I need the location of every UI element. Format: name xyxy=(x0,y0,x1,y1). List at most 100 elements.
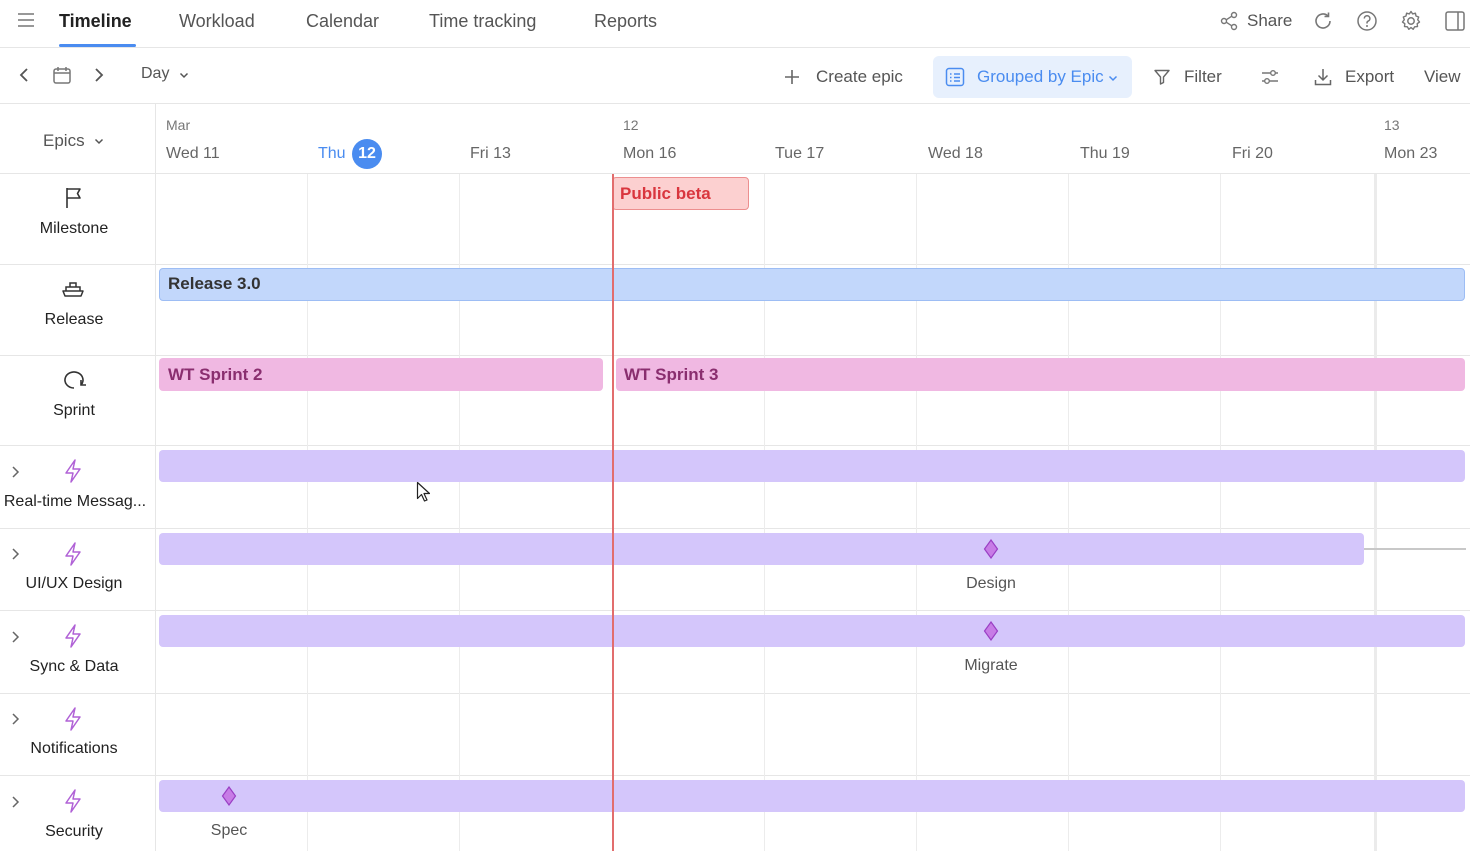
epic-bar[interactable] xyxy=(159,533,1364,565)
milestone-diamond-icon[interactable] xyxy=(983,538,999,564)
row-label-epic[interactable]: Sync & Data xyxy=(0,658,148,676)
expand-chevron-icon[interactable] xyxy=(9,464,23,485)
filter-button[interactable]: Filter xyxy=(1153,64,1233,90)
view-button[interactable]: View xyxy=(1424,67,1461,87)
milestone-label: Design xyxy=(966,575,1016,592)
row-label-epic[interactable]: UI/UX Design xyxy=(0,575,148,593)
flag-icon xyxy=(64,186,84,215)
date-label: Mon 16 xyxy=(623,145,677,162)
filter-funnel-icon xyxy=(1153,68,1171,91)
expand-chevron-icon[interactable] xyxy=(9,711,23,732)
date-label: Fri 13 xyxy=(470,145,511,162)
mouse-cursor-icon xyxy=(416,481,431,508)
settings-gear-icon[interactable] xyxy=(1399,9,1423,38)
sprint-bar[interactable]: WT Sprint 2 xyxy=(159,358,603,391)
epics-label: Epics xyxy=(43,131,85,150)
help-icon[interactable] xyxy=(1356,10,1378,37)
timeline-toolbar: Day Create epic Grouped by Epic Filter E… xyxy=(0,48,1470,104)
row-divider xyxy=(0,610,1470,611)
milestone-bar-public-beta[interactable]: Public beta xyxy=(612,177,749,210)
date-label-today: Thu xyxy=(318,145,346,162)
share-icon xyxy=(1219,11,1239,36)
tab-calendar[interactable]: Calendar xyxy=(306,11,379,32)
chevron-down-icon xyxy=(178,68,190,86)
row-label-sprint: Sprint xyxy=(53,402,95,419)
dependency-line xyxy=(1364,548,1466,550)
previous-arrow-icon[interactable] xyxy=(17,66,31,89)
row-divider xyxy=(0,528,1470,529)
tab-timeline[interactable]: Timeline xyxy=(59,11,132,32)
milestone-label: Spec xyxy=(210,822,248,839)
release-bar[interactable]: Release 3.0 xyxy=(159,268,1465,301)
release-bar-label: Release 3.0 xyxy=(168,274,261,293)
export-label: Export xyxy=(1345,67,1395,86)
grouped-by-epic-label: Grouped by Epic xyxy=(977,67,1104,86)
download-icon xyxy=(1313,67,1333,92)
filter-label: Filter xyxy=(1184,67,1222,86)
row-divider xyxy=(0,355,1470,356)
zoom-select[interactable]: Day xyxy=(141,65,197,87)
list-group-icon xyxy=(945,67,965,92)
next-arrow-icon[interactable] xyxy=(92,66,106,89)
epic-bar[interactable] xyxy=(159,780,1465,812)
active-tab-indicator xyxy=(59,44,136,47)
share-button[interactable]: Share xyxy=(1219,10,1294,34)
date-label: Tue 17 xyxy=(775,145,825,162)
row-divider xyxy=(0,445,1470,446)
expand-chevron-icon[interactable] xyxy=(9,629,23,650)
epics-dropdown[interactable]: Epics xyxy=(43,131,113,153)
tab-workload[interactable]: Workload xyxy=(179,11,255,32)
date-label: Thu 19 xyxy=(1080,145,1130,162)
tab-reports[interactable]: Reports xyxy=(594,11,657,32)
export-button[interactable]: Export xyxy=(1313,64,1398,90)
row-divider xyxy=(0,693,1470,694)
week-label: 13 xyxy=(1384,117,1400,133)
zoom-value: Day xyxy=(141,65,170,82)
row-label-epic[interactable]: Real-time Messag... xyxy=(0,493,150,511)
expand-chevron-icon[interactable] xyxy=(9,794,23,815)
milestone-diamond-icon[interactable] xyxy=(221,785,237,811)
epic-lightning-icon xyxy=(62,706,84,737)
epic-bar[interactable] xyxy=(159,450,1465,482)
create-epic-button[interactable]: Create epic xyxy=(781,64,916,90)
today-line xyxy=(612,174,614,851)
header-divider xyxy=(0,173,1470,174)
sprint-cycle-icon xyxy=(61,368,87,397)
share-label: Share xyxy=(1247,11,1293,30)
plus-icon xyxy=(783,68,801,91)
chevron-down-icon xyxy=(1107,71,1119,89)
sprint-bar-label: WT Sprint 3 xyxy=(624,365,719,384)
milestone-diamond-icon[interactable] xyxy=(983,620,999,646)
week-label: 12 xyxy=(623,117,639,133)
epic-bar[interactable] xyxy=(159,615,1465,647)
date-label: Wed 11 xyxy=(166,145,220,162)
row-label-release: Release xyxy=(44,311,104,328)
row-label-epic[interactable]: Security xyxy=(0,823,148,841)
row-divider xyxy=(0,775,1470,776)
milestone-label: Migrate xyxy=(964,657,1018,674)
row-label-milestone: Milestone xyxy=(39,220,109,237)
epic-lightning-icon xyxy=(62,623,84,654)
date-label: Wed 18 xyxy=(928,145,983,162)
sliders-settings-icon[interactable] xyxy=(1260,68,1280,91)
grouped-by-epic-button[interactable]: Grouped by Epic xyxy=(933,56,1132,98)
month-label: Mar xyxy=(166,117,191,133)
sprint-bar-label: WT Sprint 2 xyxy=(168,365,263,384)
date-label: Mon 23 xyxy=(1384,145,1438,162)
tab-time-tracking[interactable]: Time tracking xyxy=(429,11,536,32)
epic-lightning-icon xyxy=(62,541,84,572)
calendar-icon[interactable] xyxy=(52,65,72,90)
sprint-bar[interactable]: WT Sprint 3 xyxy=(616,358,1465,391)
create-epic-label: Create epic xyxy=(816,67,903,86)
side-panel-icon[interactable] xyxy=(1444,10,1466,37)
expand-chevron-icon[interactable] xyxy=(9,546,23,567)
epic-lightning-icon xyxy=(62,458,84,489)
today-badge: 12 xyxy=(352,139,382,169)
hamburger-menu-icon[interactable] xyxy=(17,12,35,33)
milestone-bar-label: Public beta xyxy=(620,184,711,203)
top-nav: Timeline Workload Calendar Time tracking… xyxy=(0,0,1470,48)
refresh-icon[interactable] xyxy=(1312,10,1334,37)
row-label-epic[interactable]: Notifications xyxy=(0,740,148,758)
epic-lightning-icon xyxy=(62,788,84,819)
date-label: Fri 20 xyxy=(1232,145,1273,162)
